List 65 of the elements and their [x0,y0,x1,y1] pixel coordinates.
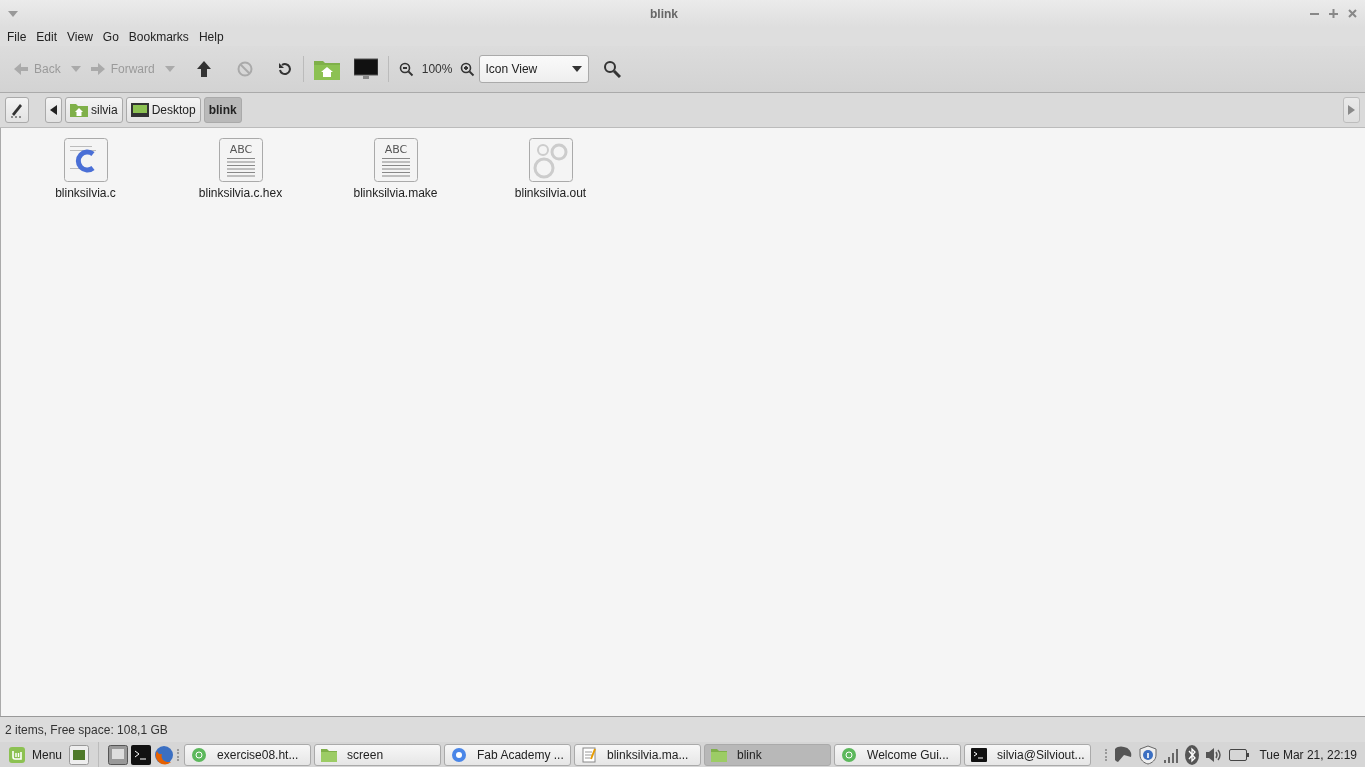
text-file-icon: ABC [373,138,418,182]
taskbar-window-button[interactable]: screen [314,743,442,766]
menu-item[interactable]: View [62,29,98,44]
right-triangle-icon [1348,105,1355,115]
file-name[interactable]: blinksilvia.make [353,186,438,200]
terminal-icon [971,746,988,763]
file-name[interactable]: blinksilvia.c [55,186,116,200]
menu-item[interactable]: Help [193,29,229,44]
taskbar-window-button[interactable]: Fab Academy ... [444,743,572,766]
left-triangle-icon [50,105,57,115]
text-file-icon: ABC [218,138,263,182]
globe-icon [191,746,208,763]
path-button[interactable]: Desktop [125,97,201,123]
gears-file-icon [528,138,573,182]
taskbar-window-button[interactable]: exercise08.ht... [184,743,312,766]
signal-bars-icon[interactable] [1163,746,1180,763]
right-arrow-icon [90,62,105,76]
close-icon[interactable] [1348,9,1357,18]
view-mode-dropdown[interactable]: Icon View [479,55,590,83]
taskbar-window-button[interactable]: blink [704,743,832,766]
clock[interactable]: Tue Mar 21, 22:19 [1255,747,1361,762]
leaf-logo-icon [8,745,26,764]
folder-icon [711,746,728,763]
file-name[interactable]: blinksilvia.out [514,186,587,200]
bluetooth-icon[interactable] [1185,744,1200,765]
pencil-icon [10,102,24,118]
show-desktop-icon[interactable] [69,744,90,765]
path-button[interactable]: silvia [65,97,123,123]
up-arrow-icon[interactable] [196,61,211,77]
folder-icon [321,746,338,763]
volume-icon[interactable] [1205,746,1224,763]
desktop-icon [130,102,149,118]
path-scroll-left-button[interactable] [45,97,62,123]
menu-item[interactable]: File [2,29,32,44]
battery-icon[interactable] [1229,748,1250,761]
monitor-icon[interactable] [353,58,378,80]
zoom-out-icon[interactable] [398,61,414,77]
edit-location-button[interactable] [5,97,29,123]
menu-item[interactable]: Go [97,29,124,44]
taskbar-window-button[interactable]: silvia@Silviout... [964,743,1092,766]
menu-item[interactable]: Bookmarks [123,29,194,44]
taskbar-window-button[interactable]: blinksilvia.ma... [574,743,702,766]
start-menu-button[interactable]: Menu [4,745,67,764]
file-name[interactable]: blinksilvia.c.hex [198,186,283,200]
window-title: blink [649,6,679,21]
terminal-icon[interactable] [131,744,152,765]
computer-icon[interactable] [108,744,129,765]
maximize-icon[interactable] [1329,9,1338,18]
path-button[interactable]: blink [203,97,242,123]
path-scroll-right-button[interactable] [1343,97,1360,123]
zoom-in-icon[interactable] [460,61,476,77]
caret-icon [572,66,583,72]
reload-icon[interactable] [276,61,293,77]
search-icon[interactable] [603,60,622,78]
zoom-level: 100% [420,62,454,76]
globe-icon [841,746,858,763]
shield-info-icon[interactable] [1139,744,1158,765]
taskbar-window-button[interactable]: Welcome Gui... [834,743,962,766]
menu-item[interactable]: Edit [31,29,63,44]
notepad-icon [581,746,598,763]
status-text: 2 items, Free space: 108,1 GB [5,722,168,737]
home-folder-icon [70,102,88,118]
left-arrow-icon [14,62,28,76]
c-source-file-icon [63,138,108,182]
home-folder-icon[interactable] [313,58,340,80]
